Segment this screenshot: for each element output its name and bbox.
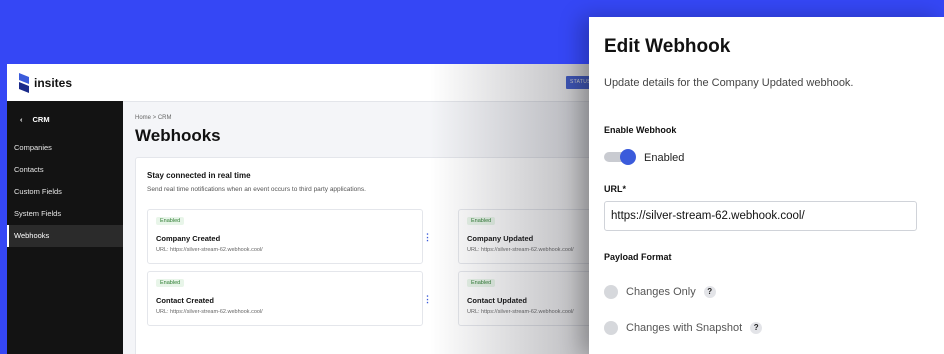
webhook-title: Contact Created — [156, 296, 214, 305]
drawer-subtitle: Update details for the Company Updated w… — [604, 77, 854, 89]
webhook-title: Contact Updated — [467, 296, 527, 305]
url-label: URL* — [604, 184, 626, 194]
edit-webhook-drawer: Edit Webhook Update details for the Comp… — [589, 17, 944, 354]
webhook-card[interactable]: Enabled Contact Created URL: https://sil… — [147, 271, 432, 326]
breadcrumb[interactable]: Home > CRM — [135, 115, 172, 121]
page-title: Webhooks — [135, 126, 221, 145]
payload-option-changes-only[interactable]: Changes Only ? — [604, 285, 716, 299]
payload-option-changes-with-snapshot[interactable]: Changes with Snapshot ? — [604, 321, 763, 335]
help-icon[interactable]: ? — [750, 322, 763, 334]
help-icon[interactable]: ? — [703, 286, 716, 298]
sidebar-section-title: CRM — [32, 114, 50, 124]
toggle-knob — [620, 149, 636, 165]
webhook-url: URL: https://silver-stream-62.webhook.co… — [156, 247, 263, 253]
insites-logo-icon — [19, 73, 29, 93]
sidebar: ‹ CRM Companies Contacts Custom Fields S… — [7, 101, 123, 354]
sidebar-item-companies[interactable]: Companies — [7, 137, 123, 159]
more-options-icon[interactable]: ⋮ — [423, 294, 432, 305]
webhook-url: URL: https://silver-stream-62.webhook.co… — [467, 247, 574, 253]
webhook-title: Company Updated — [467, 234, 534, 243]
webhook-title: Company Created — [156, 234, 221, 243]
webhook-card[interactable]: Enabled Company Created URL: https://sil… — [147, 209, 432, 264]
sidebar-item-contacts[interactable]: Contacts — [7, 159, 123, 181]
sidebar-item-system-fields[interactable]: System Fields — [7, 203, 123, 225]
radio-button[interactable] — [604, 285, 618, 299]
enable-webhook-label: Enable Webhook — [604, 125, 677, 135]
logo[interactable]: insites — [19, 73, 72, 93]
radio-label: Changes with Snapshot — [626, 322, 743, 334]
chevron-left-icon: ‹ — [20, 114, 23, 124]
url-input[interactable] — [604, 201, 917, 231]
payload-format-label: Payload Format — [604, 252, 672, 262]
status-badge: Enabled — [156, 217, 185, 225]
panel-title: Stay connected in real time — [147, 171, 251, 180]
enable-webhook-toggle[interactable] — [604, 149, 636, 165]
radio-button[interactable] — [604, 321, 618, 335]
webhook-url: URL: https://silver-stream-62.webhook.co… — [467, 309, 574, 315]
more-options-icon[interactable]: ⋮ — [423, 232, 432, 243]
webhook-url: URL: https://silver-stream-62.webhook.co… — [156, 309, 263, 315]
status-badge: Enabled — [156, 279, 185, 287]
radio-label: Changes Only — [626, 286, 696, 298]
panel-subtitle: Send real time notifications when an eve… — [147, 186, 366, 193]
sidebar-back[interactable]: ‹ CRM — [7, 101, 123, 137]
logo-text: insites — [34, 76, 73, 90]
sidebar-item-webhooks[interactable]: Webhooks — [7, 225, 123, 247]
status-badge: Enabled — [467, 279, 496, 287]
drawer-title: Edit Webhook — [604, 36, 731, 57]
status-badge: Enabled — [467, 217, 496, 225]
toggle-state-label: Enabled — [644, 152, 685, 164]
sidebar-item-custom-fields[interactable]: Custom Fields — [7, 181, 123, 203]
